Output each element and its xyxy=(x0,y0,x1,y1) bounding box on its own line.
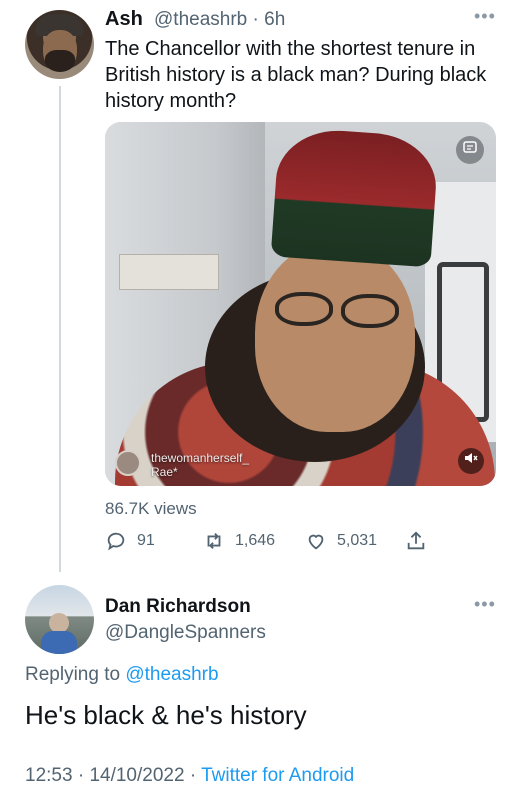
separator: · xyxy=(252,9,259,30)
video-subject-hat xyxy=(270,126,440,268)
retweet-button[interactable]: 1,646 xyxy=(203,530,275,552)
like-count: 5,031 xyxy=(337,532,378,549)
retweet-count: 1,646 xyxy=(235,532,276,549)
reply-date[interactable]: 14/10/2022 xyxy=(89,765,184,786)
author-handle[interactable]: @theashrb xyxy=(154,9,247,30)
reply-time[interactable]: 12:53 xyxy=(25,765,73,786)
like-button[interactable]: 5,031 xyxy=(305,530,377,552)
view-count: 86.7K views xyxy=(105,499,197,518)
reply-author-handle[interactable]: @DangleSpanners xyxy=(105,622,266,644)
ellipsis-icon[interactable]: ••• xyxy=(474,6,496,27)
replying-to-prefix: Replying to xyxy=(25,664,121,685)
separator: · xyxy=(77,765,85,786)
reply-author-name[interactable]: Dan Richardson xyxy=(105,596,251,618)
tweet-actions: 91 1,646 5,031 xyxy=(105,530,435,556)
reply-metadata: 12:53 · 14/10/2022 · Twitter for Android xyxy=(25,765,354,787)
video-creator-username: thewomanherself_ xyxy=(151,451,250,465)
video-creator-name: Rae* xyxy=(151,465,178,479)
avatar-beard xyxy=(45,50,75,72)
replying-to: Replying to @theashrb xyxy=(25,664,219,686)
reply-author-avatar[interactable] xyxy=(25,585,94,654)
avatar-head xyxy=(49,613,69,633)
video-subject-glasses xyxy=(341,294,399,328)
video-subject-glasses xyxy=(275,292,333,326)
share-button[interactable] xyxy=(405,530,437,552)
video-creator-avatar xyxy=(115,450,141,476)
author-handle-and-time[interactable]: @theashrb · 6h xyxy=(154,9,285,31)
reply-button[interactable]: 91 xyxy=(105,530,155,552)
mute-icon[interactable] xyxy=(458,448,484,474)
video-background-sign xyxy=(119,254,219,290)
heart-icon xyxy=(308,534,324,550)
video-subject-face xyxy=(255,242,415,432)
reply-count: 91 xyxy=(137,532,155,549)
author-name[interactable]: Ash xyxy=(105,8,143,31)
avatar-body xyxy=(41,631,77,654)
reply-text: He's black & he's history xyxy=(25,700,307,730)
reply-icon xyxy=(107,532,125,551)
share-icon xyxy=(407,531,425,550)
tweet-text: The Chancellor with the shortest tenure … xyxy=(105,38,487,112)
replying-to-link[interactable]: @theashrb xyxy=(125,664,218,685)
tweet-age[interactable]: 6h xyxy=(264,9,285,30)
separator: · xyxy=(189,765,197,786)
author-avatar[interactable] xyxy=(25,10,94,79)
tweet-video[interactable]: thewomanherself_ Rae* xyxy=(105,122,496,486)
reply-source-link[interactable]: Twitter for Android xyxy=(201,765,354,786)
thread-connector-line xyxy=(59,86,61,572)
media-badge-icon[interactable] xyxy=(456,136,484,164)
retweet-icon xyxy=(207,533,221,549)
ellipsis-icon[interactable]: ••• xyxy=(474,594,496,615)
